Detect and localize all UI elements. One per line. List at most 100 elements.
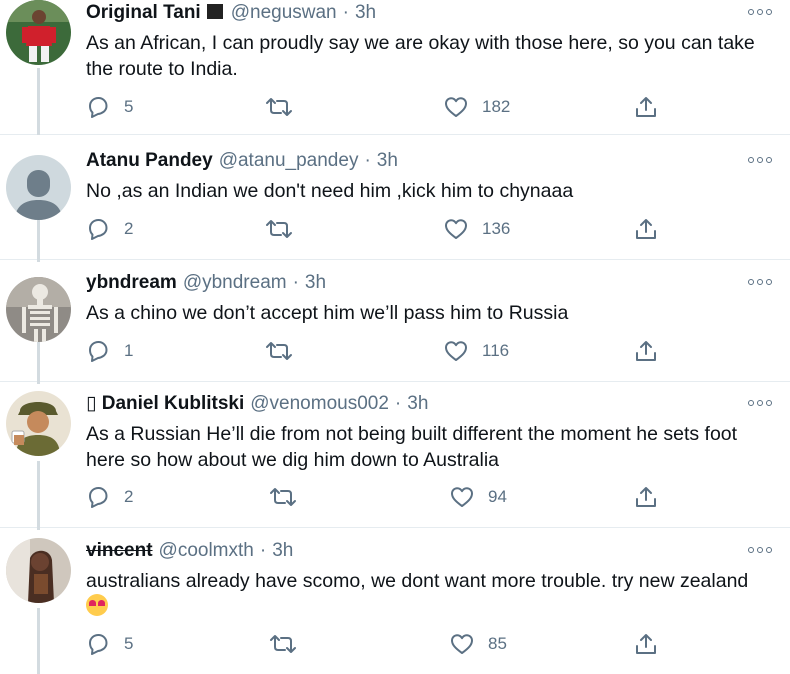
avatar[interactable] bbox=[6, 0, 71, 65]
share-button[interactable] bbox=[634, 484, 658, 510]
reply-button[interactable]: 2 bbox=[86, 484, 133, 510]
tweet-actions: 2 136 bbox=[86, 216, 686, 242]
retweet-button[interactable] bbox=[268, 484, 298, 510]
thread-line bbox=[37, 461, 40, 530]
share-icon bbox=[636, 341, 656, 361]
display-name[interactable]: ybndream bbox=[86, 270, 177, 296]
tweet[interactable]: vincent @coolmxth · 3h australians alrea… bbox=[0, 538, 790, 674]
reply-icon bbox=[89, 341, 108, 362]
tweet-header: ▯ Daniel Kublitski @venomous002 · 3h bbox=[86, 391, 428, 417]
tweet[interactable]: Atanu Pandey @atanu_pandey · 3h No ,as a… bbox=[0, 148, 790, 262]
separator-dot: · bbox=[292, 272, 299, 293]
tweet-text: As a Russian He’ll die from not being bu… bbox=[86, 423, 738, 471]
share-icon bbox=[636, 634, 656, 654]
retweet-icon bbox=[270, 488, 296, 506]
separator-dot: · bbox=[364, 150, 371, 171]
reply-thread: Original Tani @neguswan · 3h As an Afric… bbox=[0, 0, 790, 674]
timestamp[interactable]: 3h bbox=[272, 538, 293, 564]
more-options-icon[interactable] bbox=[748, 154, 772, 166]
tweet-header: Original Tani @neguswan · 3h bbox=[86, 0, 376, 26]
share-button[interactable] bbox=[634, 94, 658, 120]
retweet-icon bbox=[270, 635, 296, 653]
like-button[interactable]: 182 bbox=[444, 94, 510, 120]
display-name[interactable]: Atanu Pandey bbox=[86, 148, 213, 174]
timestamp[interactable]: 3h bbox=[407, 391, 428, 417]
like-button[interactable]: 85 bbox=[450, 631, 507, 657]
avatar[interactable] bbox=[6, 391, 71, 456]
share-icon bbox=[636, 487, 656, 507]
retweet-icon bbox=[266, 342, 292, 360]
tweet-header: ybndream @ybndream · 3h bbox=[86, 270, 326, 296]
user-handle[interactable]: @venomous002 bbox=[250, 391, 389, 417]
reply-button[interactable]: 5 bbox=[86, 94, 133, 120]
user-handle[interactable]: @neguswan bbox=[231, 0, 337, 26]
more-options-icon[interactable] bbox=[748, 276, 772, 288]
heart-icon bbox=[451, 634, 473, 654]
heart-icon bbox=[445, 341, 467, 361]
avatar[interactable] bbox=[6, 538, 71, 603]
tweet-text: No ,as an Indian we don't need him ,kick… bbox=[86, 180, 574, 202]
user-handle[interactable]: @atanu_pandey bbox=[219, 148, 359, 174]
like-count: 182 bbox=[482, 97, 511, 116]
tweet-actions: 1 116 bbox=[86, 338, 686, 364]
thread-line bbox=[37, 608, 40, 674]
like-count: 116 bbox=[482, 341, 510, 360]
share-button[interactable] bbox=[634, 338, 658, 364]
reply-button[interactable]: 2 bbox=[86, 216, 133, 242]
tweet-text: As a chino we don’t accept him we’ll pas… bbox=[86, 302, 569, 324]
tweet-text: As an African, I can proudly say we are … bbox=[86, 32, 755, 80]
user-handle[interactable]: @ybndream bbox=[183, 270, 287, 296]
avatar[interactable] bbox=[6, 277, 71, 342]
share-button[interactable] bbox=[634, 631, 658, 657]
reply-count: 1 bbox=[124, 341, 134, 360]
separator-dot: · bbox=[394, 393, 402, 414]
timestamp[interactable]: 3h bbox=[305, 270, 326, 296]
user-handle[interactable]: @coolmxth bbox=[159, 538, 254, 564]
timestamp[interactable]: 3h bbox=[355, 0, 376, 26]
more-options-icon[interactable] bbox=[748, 397, 772, 409]
more-options-icon[interactable] bbox=[748, 6, 772, 18]
thread-line bbox=[37, 340, 40, 384]
share-button[interactable] bbox=[634, 216, 658, 242]
retweet-button[interactable] bbox=[268, 631, 298, 657]
thread-line bbox=[37, 68, 40, 135]
retweet-icon bbox=[266, 98, 292, 116]
share-icon bbox=[636, 97, 656, 117]
like-button[interactable]: 116 bbox=[444, 338, 509, 364]
retweet-button[interactable] bbox=[264, 216, 294, 242]
tweet-header: vincent @coolmxth · 3h bbox=[86, 538, 293, 564]
display-name[interactable]: vincent bbox=[86, 538, 153, 564]
tweet-actions: 5 85 bbox=[86, 631, 686, 657]
avatar[interactable] bbox=[6, 155, 71, 220]
reply-button[interactable]: 1 bbox=[86, 338, 133, 364]
like-count: 136 bbox=[482, 219, 511, 238]
reply-button[interactable]: 5 bbox=[86, 631, 133, 657]
tweet[interactable]: ybndream @ybndream · 3h As a chino we do… bbox=[0, 270, 790, 384]
more-options-icon[interactable] bbox=[748, 544, 772, 556]
timestamp[interactable]: 3h bbox=[377, 148, 398, 174]
display-name[interactable]: Original Tani bbox=[86, 0, 201, 26]
heart-icon bbox=[445, 97, 467, 117]
tweet[interactable]: Original Tani @neguswan · 3h As an Afric… bbox=[0, 0, 790, 135]
retweet-button[interactable] bbox=[264, 94, 294, 120]
heart-icon bbox=[451, 487, 473, 507]
reply-count: 5 bbox=[124, 97, 134, 116]
heart-icon bbox=[445, 219, 467, 239]
tweet-actions: 2 94 bbox=[86, 484, 686, 510]
tweet[interactable]: ▯ Daniel Kublitski @venomous002 · 3h As … bbox=[0, 391, 790, 530]
flag-icon bbox=[206, 4, 223, 19]
thread-line bbox=[37, 218, 40, 262]
smiling-face-with-hearts-icon bbox=[86, 594, 108, 616]
retweet-icon bbox=[266, 220, 292, 238]
like-count: 94 bbox=[488, 487, 507, 506]
retweet-button[interactable] bbox=[264, 338, 294, 364]
display-name[interactable]: ▯ Daniel Kublitski bbox=[86, 391, 244, 417]
tweet-text-block: australians already have scomo, we dont … bbox=[86, 568, 776, 620]
like-button[interactable]: 94 bbox=[450, 484, 507, 510]
reply-icon bbox=[89, 634, 108, 655]
reply-icon bbox=[89, 487, 108, 508]
reply-count: 2 bbox=[124, 487, 134, 506]
like-button[interactable]: 136 bbox=[444, 216, 510, 242]
reply-icon bbox=[89, 97, 108, 118]
separator-dot: · bbox=[259, 540, 267, 561]
